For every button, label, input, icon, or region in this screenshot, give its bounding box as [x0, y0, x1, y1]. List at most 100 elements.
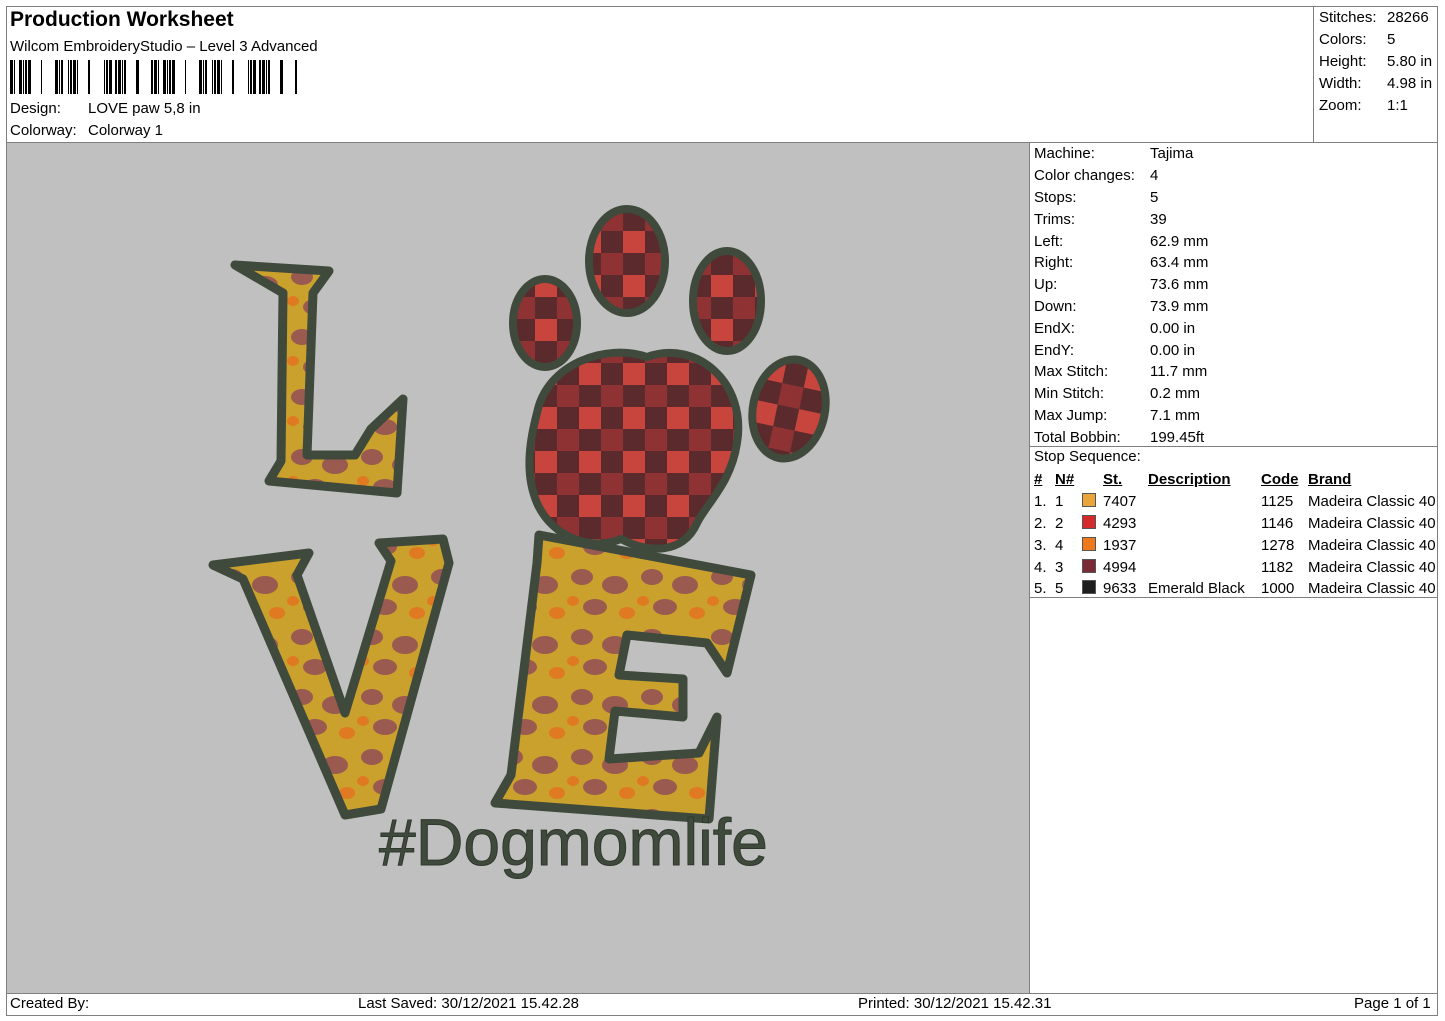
info-value: 63.4 mm	[1150, 254, 1209, 272]
info-label: Machine:	[1034, 145, 1095, 163]
info-value: 199.45ft	[1150, 428, 1205, 446]
col-n: N#	[1055, 471, 1075, 489]
last-saved: Last Saved: 30/12/2021 15.42.28	[358, 995, 580, 1012]
row-stitches: 4293	[1103, 514, 1137, 532]
row-code: 1278	[1261, 536, 1295, 554]
row-num: 2.	[1034, 514, 1047, 532]
col-code: Code	[1261, 471, 1299, 489]
info-row: EndY: 0.00 in	[1034, 339, 1208, 361]
hashtag-text: #Dogmomlife	[379, 805, 768, 879]
height-label: Height:	[1319, 52, 1367, 70]
color-swatch	[1082, 513, 1103, 535]
info-value: 5	[1150, 188, 1159, 206]
row-brand: Madeira Classic 40	[1308, 514, 1436, 532]
stop-sequence-row: 4. 3 4994 1182 Madeira Classic 40	[1034, 556, 1439, 578]
stitches-label: Stitches:	[1319, 9, 1377, 27]
row-needle: 5	[1055, 580, 1064, 598]
colorway-value: Colorway 1	[88, 122, 164, 139]
row-description	[1148, 491, 1261, 513]
colorway-row: Colorway: Colorway 1	[10, 122, 163, 139]
info-label: Trims:	[1034, 210, 1076, 228]
row-brand: Madeira Classic 40	[1308, 493, 1436, 511]
col-stitches: St.	[1103, 471, 1123, 489]
info-label: Total Bobbin:	[1034, 428, 1121, 446]
row-code: 1182	[1261, 558, 1294, 576]
row-brand: Madeira Classic 40	[1308, 536, 1436, 554]
info-row: Max Jump: 7.1 mm	[1034, 405, 1208, 427]
info-label: Down:	[1034, 297, 1077, 315]
row-num: 1.	[1034, 493, 1047, 511]
info-row: Right: 63.4 mm	[1034, 252, 1208, 274]
row-num: 5.	[1034, 580, 1047, 598]
info-row: Left: 62.9 mm	[1034, 230, 1208, 252]
info-row: Trims: 39	[1034, 208, 1208, 230]
row-brand: Madeira Classic 40	[1308, 580, 1436, 598]
info-row: Total Bobbin: 199.45ft	[1034, 426, 1208, 448]
info-value: 7.1 mm	[1150, 406, 1201, 424]
info-value: Tajima	[1150, 145, 1194, 163]
info-value: 39	[1150, 210, 1167, 228]
row-description	[1148, 513, 1261, 535]
stop-sequence-title: Stop Sequence:	[1034, 448, 1141, 465]
row-description	[1148, 556, 1261, 578]
row-stitches: 4994	[1103, 558, 1137, 576]
design-row: Design: LOVE paw 5,8 in	[10, 100, 201, 117]
row-description	[1148, 534, 1261, 556]
info-row: Up: 73.6 mm	[1034, 274, 1208, 296]
page-number: Page 1 of 1	[1354, 995, 1431, 1012]
embroidery-design: #Dogmomlife	[208, 205, 830, 880]
info-label: Min Stitch:	[1034, 385, 1105, 403]
sidebar-divider	[1029, 142, 1030, 993]
design-label: Design:	[10, 100, 61, 117]
row-stitches: 7407	[1103, 493, 1137, 511]
info-value: 73.9 mm	[1150, 297, 1209, 315]
row-needle: 2	[1055, 514, 1064, 532]
info-label: EndY:	[1034, 341, 1075, 359]
colorway-label: Colorway:	[10, 122, 77, 139]
stop-sequence-header: # N# St. Description Code Brand	[1034, 469, 1439, 491]
info-row: Color changes: 4	[1034, 165, 1208, 187]
printed-date: Printed: 30/12/2021 15.42.31	[858, 995, 1052, 1012]
color-swatch	[1082, 578, 1103, 600]
row-code: 1146	[1261, 514, 1294, 532]
stop-sequence-table: # N# St. Description Code Brand 1. 1 740…	[1034, 469, 1439, 600]
row-code: 1000	[1261, 580, 1295, 598]
created-by: Created By:	[10, 995, 90, 1012]
stop-sequence-row: 1. 1 7407 1125 Madeira Classic 40	[1034, 491, 1439, 513]
summary-panel: Stitches: 28266 Colors: 5 Height: 5.80 in W…	[1319, 7, 1432, 116]
letter-l	[230, 260, 408, 498]
info-label: Color changes:	[1034, 167, 1135, 185]
row-stitches: 1937	[1103, 536, 1137, 554]
info-label: Up:	[1034, 276, 1058, 294]
barcode	[10, 60, 297, 94]
width-label: Width:	[1319, 74, 1362, 92]
info-label: Left:	[1034, 232, 1064, 250]
info-value: 62.9 mm	[1150, 232, 1209, 250]
height-value: 5.80 in	[1387, 52, 1433, 70]
stitches-value: 28266	[1387, 9, 1429, 27]
paw-print	[509, 205, 830, 553]
zoom-label: Zoom:	[1319, 96, 1362, 114]
letter-v	[208, 534, 454, 820]
summary-divider	[1313, 6, 1314, 142]
info-row: Machine: Tajima	[1034, 143, 1208, 165]
info-row: Down: 73.9 mm	[1034, 296, 1208, 318]
info-value: 0.00 in	[1150, 319, 1196, 337]
info-value: 0.00 in	[1150, 341, 1196, 359]
info-row: Max Stitch: 11.7 mm	[1034, 361, 1208, 383]
stop-sequence-row: 3. 4 1937 1278 Madeira Classic 40	[1034, 534, 1439, 556]
info-label: EndX:	[1034, 319, 1075, 337]
software-name: Wilcom EmbroideryStudio – Level 3 Advanc…	[10, 38, 318, 55]
stop-sequence-row: 2. 2 4293 1146 Madeira Classic 40	[1034, 513, 1439, 535]
machine-info-table: Machine: Tajima Color changes: 4 Stops: 5T…	[1034, 143, 1208, 448]
row-description: Emerald Black	[1148, 580, 1245, 598]
page-title: Production Worksheet	[10, 8, 234, 31]
row-num: 3.	[1034, 536, 1047, 554]
info-value: 11.7 mm	[1150, 363, 1208, 381]
row-stitches: 9633	[1103, 580, 1137, 598]
colors-value: 5	[1387, 31, 1396, 49]
col-brand: Brand	[1308, 471, 1352, 489]
info-row: EndX: 0.00 in	[1034, 317, 1208, 339]
info-label: Max Jump:	[1034, 406, 1108, 424]
stop-sequence-row: 5. 5 9633 Emerald Black 1000 Madeira Cla…	[1034, 578, 1439, 600]
